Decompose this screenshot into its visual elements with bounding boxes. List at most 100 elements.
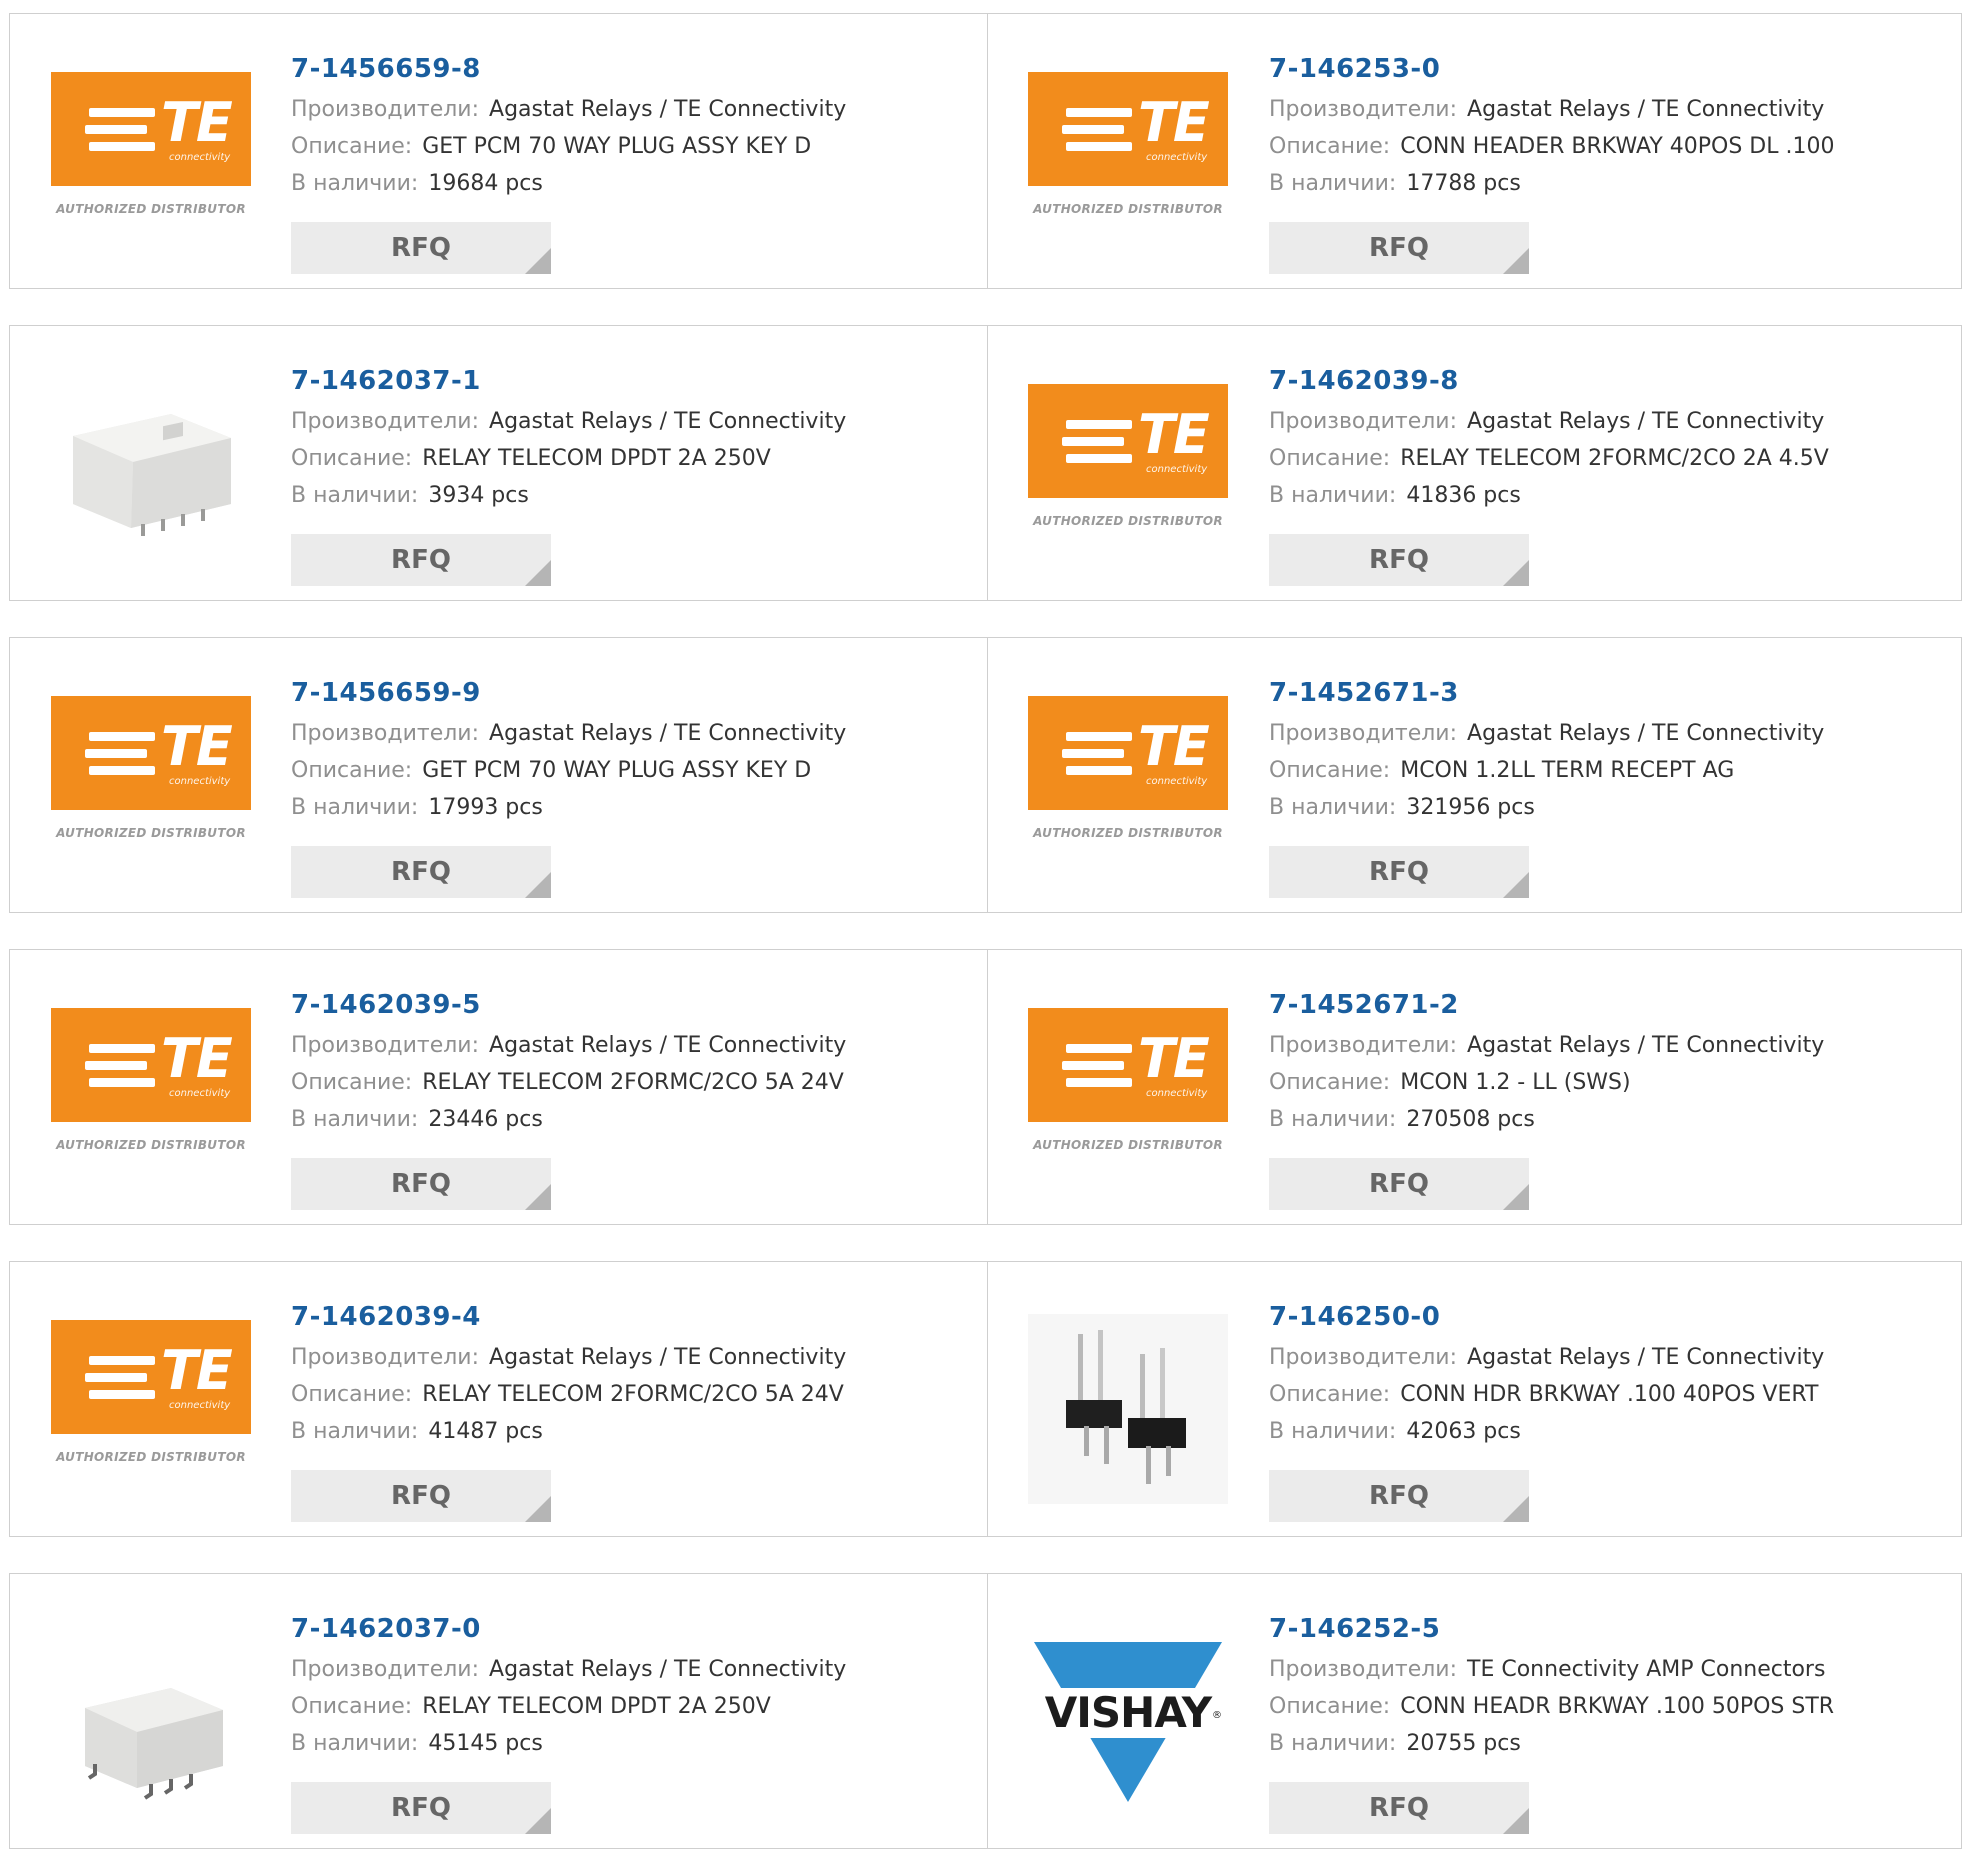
te-logo-letters: TE	[161, 1027, 233, 1090]
stock-label: В наличии:	[291, 795, 419, 820]
part-number-link[interactable]: 7-146253-0	[1269, 47, 1949, 91]
description-label: Описание:	[1269, 1694, 1391, 1719]
part-number-link[interactable]: 7-1462039-5	[291, 983, 971, 1027]
product-image[interactable]: TE connectivity AUTHORIZED DISTRIBUTOR	[51, 1002, 251, 1192]
product-card: TE connectivity AUTHORIZED DISTRIBUTOR 7…	[10, 1262, 988, 1536]
manufacturer-line: Производители: Agastat Relays / TE Connec…	[291, 1651, 971, 1688]
vishay-registered-mark: ®	[1212, 1710, 1222, 1721]
description-value: MCON 1.2 - LL (SWS)	[1400, 1070, 1631, 1095]
te-logo-letters: TE	[161, 715, 233, 778]
product-image[interactable]: TE connectivity AUTHORIZED DISTRIBUTOR	[51, 66, 251, 256]
te-logo-subtitle: connectivity	[169, 152, 231, 163]
product-info: 7-1462039-4 Производители: Agastat Relays …	[291, 1295, 971, 1522]
stock-label: В наличии:	[291, 1731, 419, 1756]
corner-triangle-icon	[1503, 1496, 1529, 1522]
rfq-button[interactable]: RFQ	[291, 222, 551, 274]
rfq-button[interactable]: RFQ	[1269, 846, 1529, 898]
te-logo-orange-box: TE connectivity	[1028, 384, 1228, 498]
part-number-link[interactable]: 7-146252-5	[1269, 1607, 1949, 1651]
manufacturer-label: Производители:	[1269, 1033, 1458, 1058]
product-info: 7-146252-5 Производители: TE Connectivity …	[1269, 1607, 1949, 1834]
rfq-button[interactable]: RFQ	[291, 846, 551, 898]
corner-triangle-icon	[1503, 1184, 1529, 1210]
product-card: 7-1462037-1 Производители: Agastat Relays …	[10, 326, 988, 600]
te-logo-subtitle: connectivity	[1146, 1088, 1208, 1099]
te-connectivity-logo: TE connectivity AUTHORIZED DISTRIBUTOR	[1028, 690, 1228, 880]
rfq-button[interactable]: RFQ	[1269, 1470, 1529, 1522]
stock-value: 321956 pcs	[1406, 795, 1535, 820]
rfq-button-label: RFQ	[391, 1169, 451, 1199]
stock-label: В наличии:	[291, 171, 419, 196]
product-image[interactable]: TE connectivity AUTHORIZED DISTRIBUTOR	[51, 690, 251, 880]
product-image[interactable]: VISHAY ®	[1028, 1626, 1228, 1816]
manufacturer-label: Производители:	[1269, 409, 1458, 434]
te-logo-letters: TE	[1138, 91, 1210, 154]
part-number-link[interactable]: 7-1452671-3	[1269, 671, 1949, 715]
description-line: Описание: MCON 1.2 - LL (SWS)	[1269, 1064, 1949, 1101]
rfq-button[interactable]: RFQ	[291, 1470, 551, 1522]
manufacturer-line: Производители: Agastat Relays / TE Connec…	[291, 91, 971, 128]
corner-triangle-icon	[525, 248, 551, 274]
te-logo-subtitle: connectivity	[169, 1088, 231, 1099]
product-image[interactable]: TE connectivity AUTHORIZED DISTRIBUTOR	[1028, 1002, 1228, 1192]
description-label: Описание:	[291, 134, 413, 159]
te-logo-letters: TE	[1138, 1027, 1210, 1090]
product-image[interactable]	[1028, 1314, 1228, 1504]
part-number-link[interactable]: 7-146250-0	[1269, 1295, 1949, 1339]
description-line: Описание: RELAY TELECOM DPDT 2A 250V	[291, 1688, 971, 1725]
vishay-wordmark: VISHAY	[1044, 1688, 1212, 1737]
rfq-button[interactable]: RFQ	[291, 1782, 551, 1834]
stock-value: 17788 pcs	[1406, 171, 1521, 196]
rfq-button-label: RFQ	[391, 233, 451, 263]
product-row: TE connectivity AUTHORIZED DISTRIBUTOR 7…	[9, 637, 1962, 913]
authorized-distributor-label: AUTHORIZED DISTRIBUTOR	[56, 1138, 246, 1152]
description-value: CONN HDR BRKWAY .100 40POS VERT	[1400, 1382, 1819, 1407]
part-number-link[interactable]: 7-1452671-2	[1269, 983, 1949, 1027]
te-logo-orange-box: TE connectivity	[1028, 1008, 1228, 1122]
description-label: Описание:	[1269, 1070, 1391, 1095]
description-line: Описание: MCON 1.2LL TERM RECEPT AG	[1269, 752, 1949, 789]
description-label: Описание:	[291, 1694, 413, 1719]
product-image[interactable]: TE connectivity AUTHORIZED DISTRIBUTOR	[1028, 378, 1228, 568]
rfq-button[interactable]: RFQ	[1269, 1158, 1529, 1210]
corner-triangle-icon	[525, 560, 551, 586]
product-image[interactable]: TE connectivity AUTHORIZED DISTRIBUTOR	[51, 1314, 251, 1504]
corner-triangle-icon	[1503, 1808, 1529, 1834]
rfq-button-label: RFQ	[391, 857, 451, 887]
manufacturer-label: Производители:	[291, 409, 480, 434]
product-image[interactable]	[51, 1626, 251, 1816]
stock-line: В наличии: 3934 pcs	[291, 477, 971, 514]
relay-smd-photo-icon	[85, 1688, 223, 1800]
authorized-distributor-label: AUTHORIZED DISTRIBUTOR	[1033, 826, 1223, 840]
part-number-link[interactable]: 7-1462039-4	[291, 1295, 971, 1339]
corner-triangle-icon	[525, 1496, 551, 1522]
stock-value: 41836 pcs	[1406, 483, 1521, 508]
stock-line: В наличии: 270508 pcs	[1269, 1101, 1949, 1138]
stock-line: В наличии: 19684 pcs	[291, 165, 971, 202]
manufacturer-label: Производители:	[291, 1345, 480, 1370]
rfq-button[interactable]: RFQ	[1269, 222, 1529, 274]
manufacturer-value: Agastat Relays / TE Connectivity	[489, 1657, 847, 1682]
part-number-link[interactable]: 7-1462037-1	[291, 359, 971, 403]
rfq-button[interactable]: RFQ	[1269, 1782, 1529, 1834]
part-number-link[interactable]: 7-1462037-0	[291, 1607, 971, 1651]
rfq-button[interactable]: RFQ	[291, 534, 551, 586]
rfq-button[interactable]: RFQ	[291, 1158, 551, 1210]
part-number-link[interactable]: 7-1456659-9	[291, 671, 971, 715]
corner-triangle-icon	[525, 872, 551, 898]
manufacturer-label: Производители:	[291, 1657, 480, 1682]
part-number-link[interactable]: 7-1456659-8	[291, 47, 971, 91]
description-label: Описание:	[1269, 134, 1391, 159]
te-logo-subtitle: connectivity	[1146, 152, 1208, 163]
description-label: Описание:	[1269, 1382, 1391, 1407]
te-connectivity-logo: TE connectivity AUTHORIZED DISTRIBUTOR	[51, 690, 251, 880]
rfq-button[interactable]: RFQ	[1269, 534, 1529, 586]
te-connectivity-logo: TE connectivity AUTHORIZED DISTRIBUTOR	[51, 1002, 251, 1192]
rfq-button-label: RFQ	[1369, 1793, 1429, 1823]
product-image[interactable]: TE connectivity AUTHORIZED DISTRIBUTOR	[1028, 690, 1228, 880]
product-image[interactable]: TE connectivity AUTHORIZED DISTRIBUTOR	[1028, 66, 1228, 256]
stock-line: В наличии: 45145 pcs	[291, 1725, 971, 1762]
part-number-link[interactable]: 7-1462039-8	[1269, 359, 1949, 403]
stock-line: В наличии: 42063 pcs	[1269, 1413, 1949, 1450]
product-image[interactable]	[51, 378, 251, 568]
